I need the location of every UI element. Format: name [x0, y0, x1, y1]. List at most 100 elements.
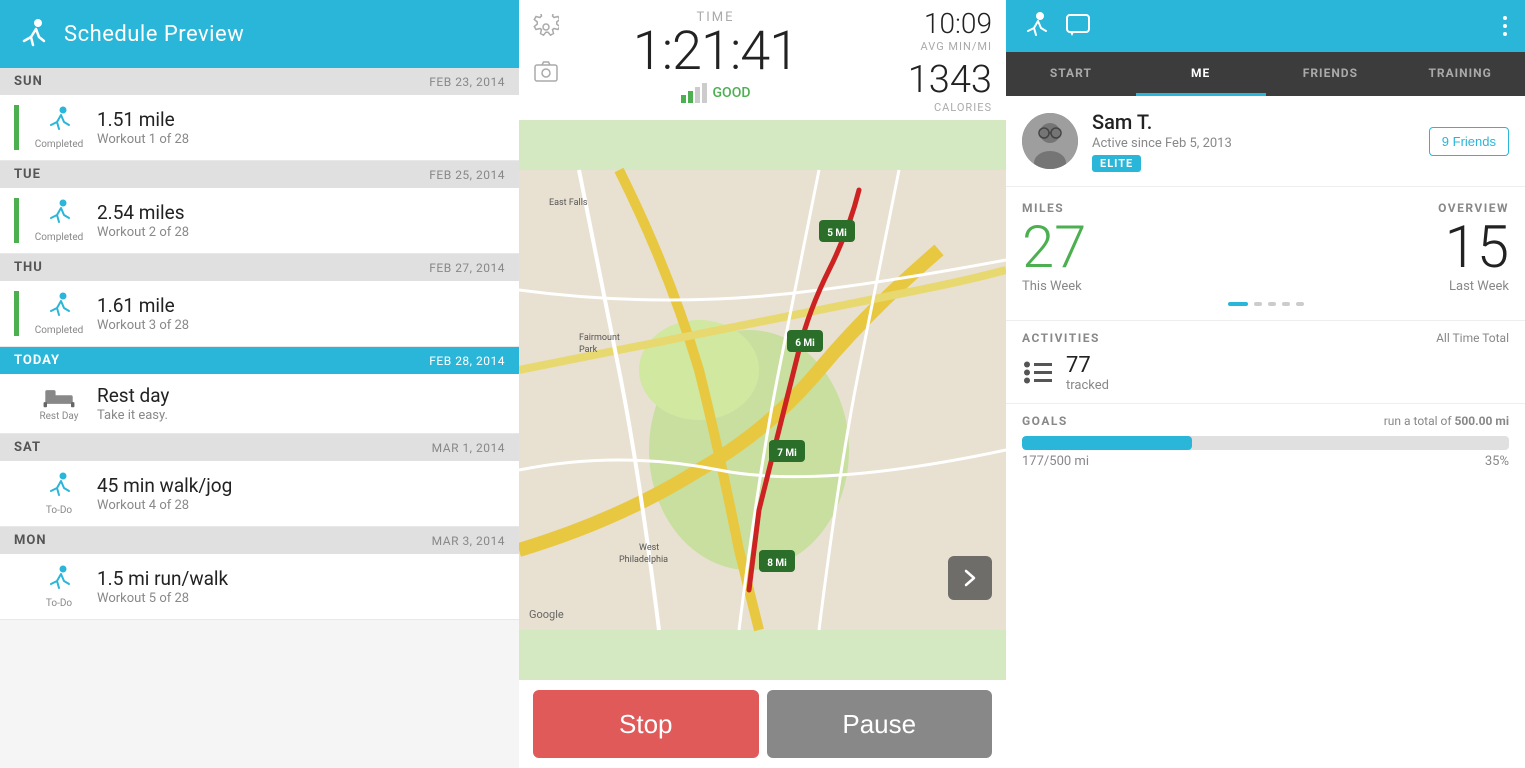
- workout-item-0[interactable]: Completed 1.51 mile Workout 1 of 28: [0, 95, 519, 161]
- camera-icon[interactable]: [533, 58, 559, 84]
- map-container[interactable]: 5 Mi 6 Mi 7 Mi 8 Mi East Falls Fairmount…: [519, 120, 1006, 680]
- middle-panel: TIME 1:21:41 GOOD 10:09 AVG MIN/MI 1343 …: [519, 0, 1006, 768]
- workout-icon-wrap-0: Completed: [33, 105, 85, 150]
- profile-section: Sam T. Active since Feb 5, 2013 ELITE 9 …: [1006, 96, 1525, 187]
- map-bottom-buttons: Stop Pause: [519, 680, 1006, 768]
- day-label-sun: SUN: [14, 74, 43, 89]
- activity-count: 77: [1066, 353, 1109, 378]
- dot-2: [1503, 24, 1507, 28]
- tab-friends[interactable]: FRIENDS: [1266, 52, 1396, 96]
- next-arrow[interactable]: [948, 556, 992, 600]
- svg-text:6 Mi: 6 Mi: [795, 338, 815, 349]
- profile-info: Sam T. Active since Feb 5, 2013 ELITE: [1092, 110, 1415, 172]
- svg-text:Philadelphia: Philadelphia: [619, 555, 668, 565]
- workout-icon-wrap-2: Completed: [33, 291, 85, 336]
- workout-item-5[interactable]: To-Do 1.5 mi run/walk Workout 5 of 28: [0, 554, 519, 620]
- run-icon-0: [43, 105, 75, 137]
- workout-details-2: 1.61 mile Workout 3 of 28: [97, 294, 505, 333]
- workout-status-2: Completed: [35, 325, 84, 336]
- progress-bar-bg: [1022, 436, 1509, 450]
- this-week-value: 27: [1022, 219, 1266, 277]
- workout-icon-wrap-4: To-Do: [33, 471, 85, 516]
- workout-details-5: 1.5 mi run/walk Workout 5 of 28: [97, 567, 505, 606]
- workout-title-5: 1.5 mi run/walk: [97, 567, 505, 590]
- day-date-mon: MAR 3, 2014: [432, 534, 505, 548]
- progress-bar-fill: [1022, 436, 1192, 450]
- goals-desc: run a total of 500.00 mi: [1384, 414, 1509, 428]
- tab-start[interactable]: START: [1006, 52, 1136, 96]
- pause-button[interactable]: Pause: [767, 690, 993, 758]
- stop-button[interactable]: Stop: [533, 690, 759, 758]
- svg-text:5 Mi: 5 Mi: [827, 228, 847, 239]
- activities-header-row: ACTIVITIES All Time Total: [1022, 331, 1509, 345]
- last-week-value: 15: [1266, 219, 1510, 277]
- workout-subtitle-0: Workout 1 of 28: [97, 132, 505, 147]
- dot-inactive-1: [1254, 302, 1262, 306]
- schedule-preview-title: Schedule Preview: [64, 22, 244, 47]
- activity-row: 77 tracked: [1022, 353, 1509, 393]
- time-value: 1:21:41: [633, 25, 798, 79]
- workout-details-3: Rest day Take it easy.: [97, 384, 505, 423]
- svg-text:7 Mi: 7 Mi: [777, 448, 797, 459]
- dot-active: [1228, 302, 1248, 306]
- middle-top-bar: TIME 1:21:41 GOOD 10:09 AVG MIN/MI 1343 …: [519, 0, 1006, 120]
- tab-me[interactable]: ME: [1136, 52, 1266, 96]
- dot-inactive-2: [1268, 302, 1276, 306]
- workout-item-2[interactable]: Completed 1.61 mile Workout 3 of 28: [0, 281, 519, 347]
- workout-status-0: Completed: [35, 139, 84, 150]
- workout-title-0: 1.51 mile: [97, 108, 505, 131]
- svg-text:Fairmount: Fairmount: [579, 333, 620, 343]
- dot-inactive-4: [1296, 302, 1304, 306]
- workout-title-3: Rest day: [97, 384, 505, 407]
- completed-bar-2: [14, 291, 19, 336]
- bed-icon: [41, 385, 77, 409]
- runner-icon: [16, 16, 52, 52]
- this-week-group: MILES 27 This Week: [1022, 201, 1266, 294]
- workout-item-1[interactable]: Completed 2.54 miles Workout 2 of 28: [0, 188, 519, 254]
- day-label-thu: THU: [14, 260, 43, 275]
- top-bar-stats: TIME 1:21:41 GOOD: [569, 10, 862, 103]
- workout-subtitle-3: Take it easy.: [97, 408, 505, 423]
- run-icon-1: [43, 198, 75, 230]
- nav-tabs: START ME FRIENDS TRAINING: [1006, 52, 1525, 96]
- signal-row: GOOD: [681, 83, 751, 103]
- goals-header-row: GOALS run a total of 500.00 mi: [1022, 414, 1509, 428]
- top-bar-icons: [533, 14, 559, 84]
- activity-info: 77 tracked: [1066, 353, 1109, 393]
- activity-sub: tracked: [1066, 378, 1109, 393]
- friends-button[interactable]: 9 Friends: [1429, 127, 1509, 156]
- more-menu-icon[interactable]: [1499, 12, 1511, 40]
- this-week-label: This Week: [1022, 279, 1266, 294]
- day-header-tue: TUE FEB 25, 2014: [0, 161, 519, 188]
- signal-bars: [681, 83, 707, 103]
- day-label-mon: MON: [14, 533, 47, 548]
- miles-label: MILES: [1022, 201, 1266, 215]
- avg-label: AVG MIN/MI: [921, 40, 992, 53]
- left-header: Schedule Preview: [0, 0, 519, 68]
- header-runner-icon: [1020, 11, 1050, 41]
- last-week-group: OVERVIEW 15 Last Week: [1266, 201, 1510, 294]
- day-header-sun: SUN FEB 23, 2014: [0, 68, 519, 95]
- svg-text:Google: Google: [529, 608, 564, 621]
- workout-icon-wrap-1: Completed: [33, 198, 85, 243]
- tab-training[interactable]: TRAINING: [1395, 52, 1525, 96]
- right-stats: 10:09 AVG MIN/MI 1343 CALORIES: [872, 10, 992, 114]
- progress-pct: 35%: [1485, 454, 1509, 469]
- settings-icon[interactable]: [533, 14, 559, 40]
- signal-bar-3: [695, 87, 700, 103]
- day-date-sat: MAR 1, 2014: [432, 441, 505, 455]
- day-header-sat: SAT MAR 1, 2014: [0, 434, 519, 461]
- signal-bar-2: [688, 91, 693, 103]
- signal-bar-1: [681, 95, 686, 103]
- chat-icon[interactable]: [1064, 11, 1094, 41]
- workout-details-1: 2.54 miles Workout 2 of 28: [97, 201, 505, 240]
- workout-item-3[interactable]: Rest Day Rest day Take it easy.: [0, 374, 519, 434]
- day-label-sat: SAT: [14, 440, 41, 455]
- svg-text:West: West: [639, 543, 659, 553]
- profile-since: Active since Feb 5, 2013: [1092, 136, 1415, 151]
- workout-icon-wrap-3: Rest Day: [33, 385, 85, 422]
- workout-title-4: 45 min walk/jog: [97, 474, 505, 497]
- workout-subtitle-4: Workout 4 of 28: [97, 498, 505, 513]
- workout-item-4[interactable]: To-Do 45 min walk/jog Workout 4 of 28: [0, 461, 519, 527]
- workout-status-1: Completed: [35, 232, 84, 243]
